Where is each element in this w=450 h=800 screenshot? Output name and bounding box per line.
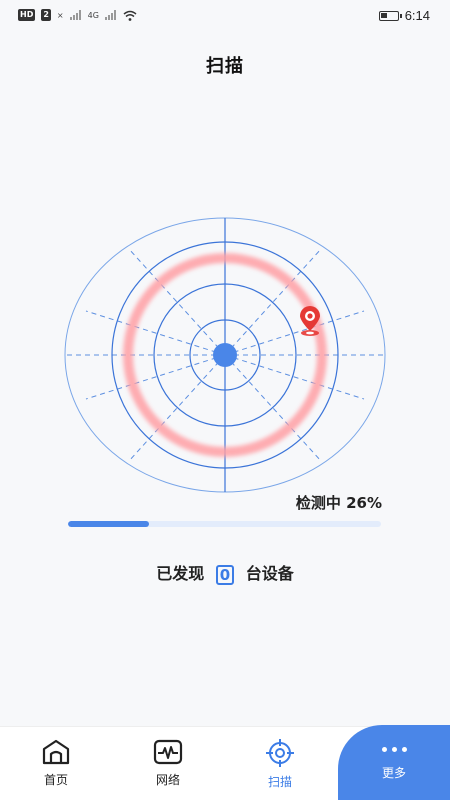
found-count: 0 bbox=[215, 565, 235, 585]
signal-icon-2 bbox=[104, 10, 116, 20]
hd-badge: HD bbox=[18, 9, 36, 21]
location-pin-icon bbox=[300, 306, 320, 336]
sim-badge: 2 bbox=[41, 9, 51, 21]
battery-icon bbox=[378, 10, 402, 21]
signal-icon bbox=[69, 10, 81, 20]
nav-label-home: 首页 bbox=[43, 773, 68, 787]
nav-item-more[interactable]: 更多 bbox=[354, 727, 434, 800]
pulse-icon bbox=[153, 739, 183, 765]
found-suffix: 台设备 bbox=[245, 564, 294, 583]
page-title: 扫描 bbox=[206, 56, 244, 77]
radar-center-dot bbox=[213, 343, 237, 367]
nav-label-network: 网络 bbox=[155, 773, 180, 787]
nav-item-home[interactable]: 首页 bbox=[16, 727, 96, 800]
status-left: HD 2 × 4G bbox=[18, 9, 137, 21]
scan-progress-fill bbox=[68, 521, 150, 527]
crosshair-icon bbox=[266, 739, 294, 767]
nav-label-scan: 扫描 bbox=[267, 775, 292, 789]
nav-item-scan[interactable]: 扫描 bbox=[240, 727, 320, 800]
status-time: 6:14 bbox=[404, 8, 430, 23]
scan-status-text: 检测中 26% bbox=[295, 494, 382, 512]
scan-progress-bar bbox=[68, 521, 381, 527]
devices-found-line: 已发现 0 台设备 bbox=[0, 560, 450, 585]
nav-label-more: 更多 bbox=[381, 766, 406, 780]
signal-label-1: × bbox=[56, 10, 64, 20]
signal-label-2: 4G bbox=[87, 10, 99, 20]
nav-item-network[interactable]: 网络 bbox=[128, 727, 208, 800]
more-dots-icon bbox=[354, 747, 434, 752]
bottom-nav: 首页 网络 扫描 更多 bbox=[0, 725, 450, 800]
status-right: 6:14 bbox=[378, 8, 430, 23]
found-prefix: 已发现 bbox=[156, 564, 205, 583]
status-bar: HD 2 × 4G 6:14 bbox=[0, 0, 450, 32]
radar-scan-graphic bbox=[64, 217, 386, 493]
home-icon bbox=[42, 739, 70, 765]
wifi-icon bbox=[123, 10, 137, 21]
